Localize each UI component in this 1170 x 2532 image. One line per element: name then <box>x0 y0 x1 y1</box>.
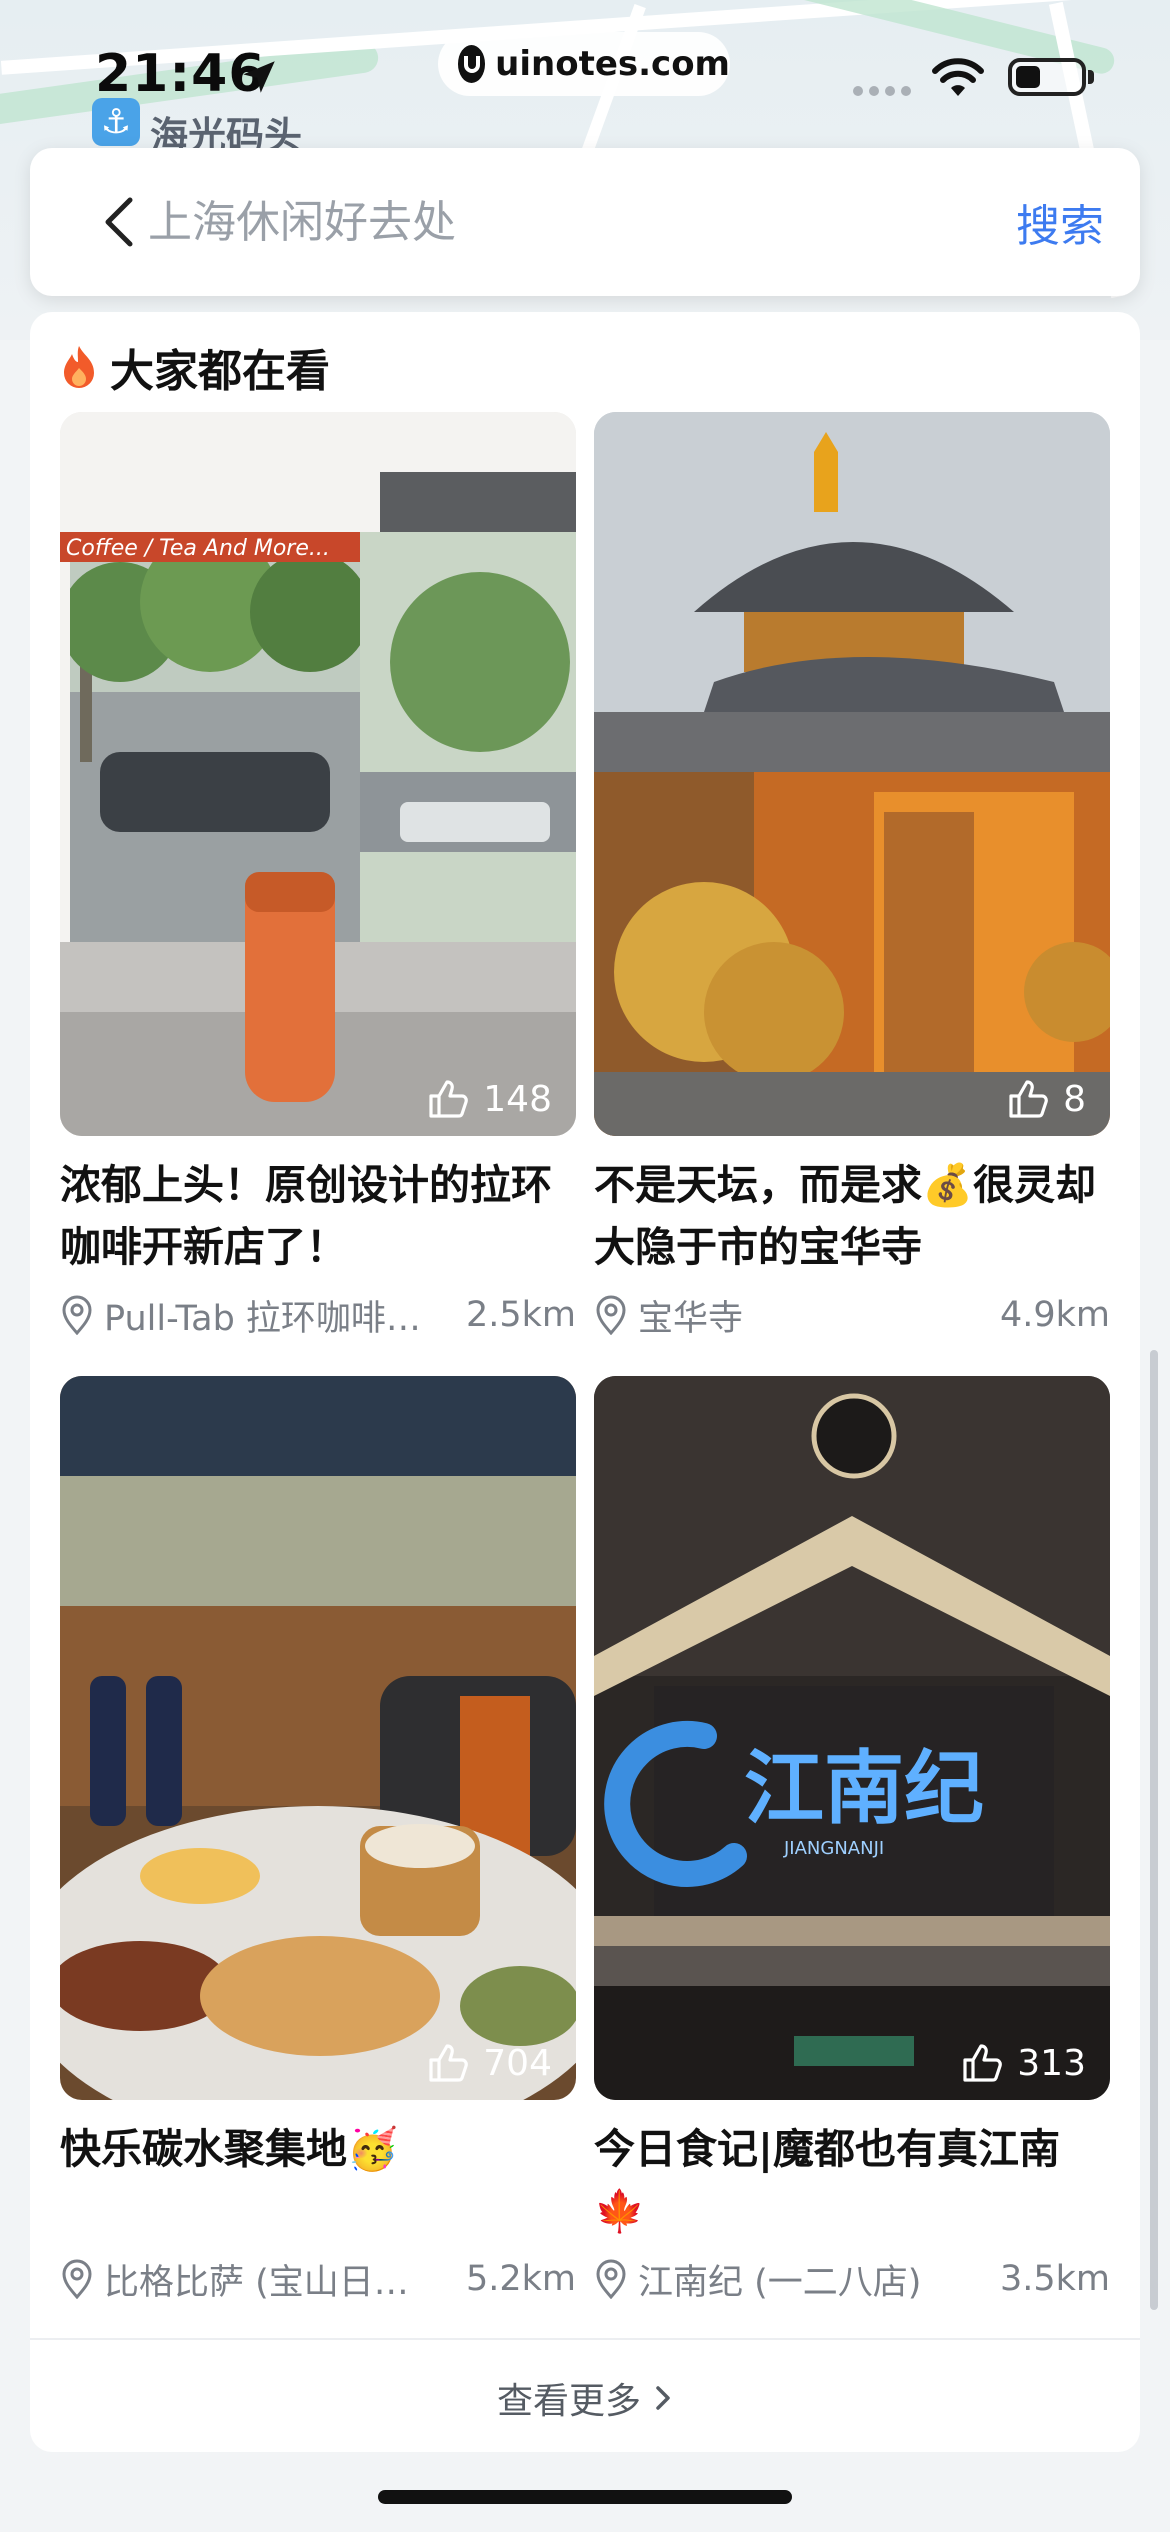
search-bar: 搜索 <box>30 148 1140 296</box>
like-count[interactable]: 8 <box>1007 1078 1086 1120</box>
like-count[interactable]: 313 <box>961 2042 1086 2084</box>
feed-location[interactable]: Pull-Tab 拉环咖啡… <box>104 1290 456 1341</box>
section-title: 大家都在看 <box>110 346 330 397</box>
like-count-value: 313 <box>1017 2042 1086 2084</box>
location-pin-icon <box>62 2259 92 2299</box>
thumbs-up-icon <box>1009 1080 1048 1118</box>
section-header: 大家都在看 <box>60 332 330 402</box>
battery-cap <box>1088 70 1094 84</box>
coffee-shop-photo: Coffee / Tea And More... <box>60 412 576 1136</box>
like-count-value: 148 <box>483 1078 552 1120</box>
feed-image-coffee-shop[interactable]: Coffee / Tea And More... 148 <box>60 412 576 1136</box>
feed-meta: 宝华寺 4.9km <box>594 1290 1110 1340</box>
search-button[interactable]: 搜索 <box>990 190 1130 254</box>
feed-card[interactable]: 江南纪 JIANGNANJI 313 今日食记|魔都也有真江南🍁 江南纪 (一二… <box>594 1376 1110 2304</box>
site-logo-icon <box>458 45 486 83</box>
feed-distance: 2.5km <box>465 1295 576 1335</box>
wifi-icon <box>932 58 984 96</box>
thumbs-up-icon <box>429 1080 469 1118</box>
feed-card[interactable]: 704 快乐碳水聚集地🥳 比格比萨 (宝山日… 5.2km <box>60 1376 576 2304</box>
feed-meta: 江南纪 (一二八店) 3.5km <box>594 2254 1110 2304</box>
location-pin-icon <box>596 1295 626 1335</box>
feed-location[interactable]: 宝华寺 <box>638 1290 990 1341</box>
status-bar: 21:46 uinotes.com <box>0 0 1170 150</box>
feed-card[interactable]: 8 不是天坛，而是求💰很灵却大隐于市的宝华寺 宝华寺 4.9km <box>594 412 1110 1340</box>
restaurant-photo: 江南纪 JIANGNANJI <box>594 1376 1110 2100</box>
view-more-button[interactable]: 查看更多 <box>30 2358 1140 2438</box>
feed-distance: 5.2km <box>465 2259 576 2299</box>
feed-title[interactable]: 快乐碳水聚集地🥳 <box>60 2118 576 2242</box>
url-text: uinotes.com <box>495 44 730 84</box>
fire-icon <box>64 346 94 388</box>
feed-distance: 4.9km <box>999 1295 1110 1335</box>
feed-card[interactable]: Coffee / Tea And More... 148 浓郁上头！原创设计的拉… <box>60 412 576 1340</box>
battery-icon <box>1008 58 1086 96</box>
app-screen: ⚓ 海光码头 21:46 uinotes.com 上海休闲好去处 搜索 大家都在… <box>0 0 1170 2532</box>
thumbs-up-icon <box>429 2044 469 2082</box>
feed-image-pizza[interactable]: 704 <box>60 1376 576 2100</box>
divider <box>30 2338 1140 2340</box>
feed-title[interactable]: 今日食记|魔都也有真江南🍁 <box>594 2118 1110 2242</box>
like-count-value: 704 <box>483 2042 552 2084</box>
scrollbar[interactable] <box>1150 1350 1158 2310</box>
restaurant-sign-text: 江南纪 <box>744 1742 984 1835</box>
url-pill: uinotes.com <box>438 32 730 96</box>
like-count-value: 8 <box>1063 1078 1086 1120</box>
like-count[interactable]: 704 <box>427 2042 552 2084</box>
feed-meta: Pull-Tab 拉环咖啡… 2.5km <box>60 1290 576 1340</box>
thumbs-up-icon <box>963 2044 1003 2082</box>
recommend-panel: 大家都在看 Coffee / Tea And More... 148 浓郁上头！… <box>30 312 1140 2452</box>
coffee-sign-text: Coffee / Tea And More... <box>66 536 330 561</box>
back-arrow-icon[interactable] <box>88 190 148 254</box>
home-indicator[interactable] <box>378 2490 792 2504</box>
location-pin-icon <box>62 1295 92 1335</box>
temple-photo <box>594 412 1110 1136</box>
feed-title[interactable]: 浓郁上头！原创设计的拉环咖啡开新店了！ <box>60 1154 576 1278</box>
feed-location[interactable]: 江南纪 (一二八店) <box>638 2254 990 2305</box>
feed-meta: 比格比萨 (宝山日… 5.2km <box>60 2254 576 2304</box>
feed-image-restaurant[interactable]: 江南纪 JIANGNANJI 313 <box>594 1376 1110 2100</box>
feed-title[interactable]: 不是天坛，而是求💰很灵却大隐于市的宝华寺 <box>594 1154 1110 1278</box>
pizza-photo <box>60 1376 576 2100</box>
location-arrow-icon <box>243 61 275 93</box>
view-more-label: 查看更多 <box>496 2381 641 2422</box>
feed-image-temple[interactable]: 8 <box>594 412 1110 1136</box>
feed-location[interactable]: 比格比萨 (宝山日… <box>104 2254 456 2305</box>
chevron-right-icon <box>656 2386 670 2410</box>
cellular-signal-icon <box>853 86 911 96</box>
location-pin-icon <box>596 2259 626 2299</box>
restaurant-sign-pinyin: JIANGNANJI <box>783 1838 884 1859</box>
search-input[interactable] <box>148 188 968 256</box>
feed-distance: 3.5km <box>999 2259 1110 2299</box>
like-count[interactable]: 148 <box>427 1078 552 1120</box>
